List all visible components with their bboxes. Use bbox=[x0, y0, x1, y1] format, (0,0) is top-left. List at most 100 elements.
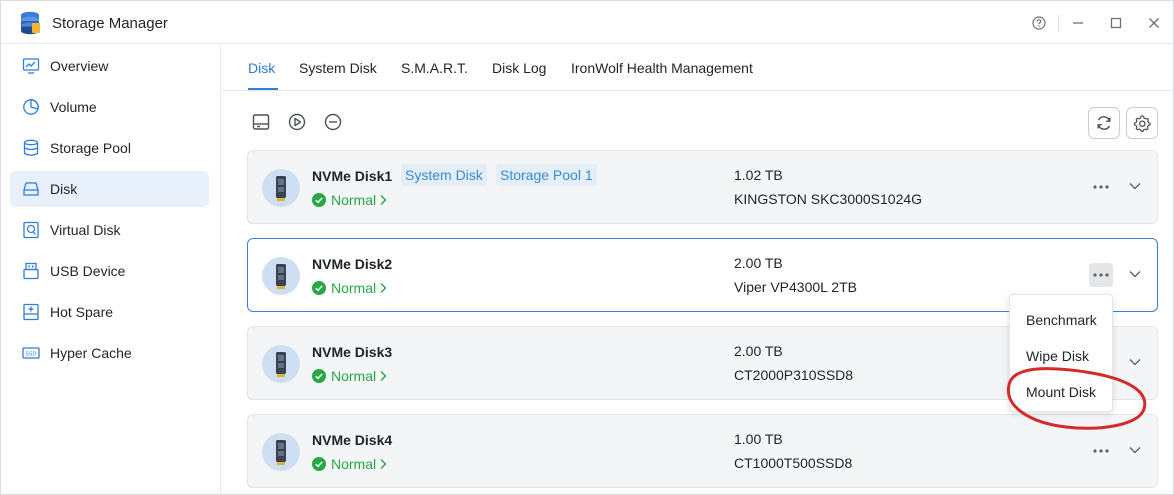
tab-ironwolf-health-management[interactable]: IronWolf Health Management bbox=[571, 60, 753, 76]
volume-icon bbox=[23, 99, 39, 115]
sidebar-item-label: Storage Pool bbox=[50, 140, 131, 156]
sidebar-item-label: Hot Spare bbox=[50, 304, 114, 320]
tab-bar: Disk System Disk S.M.A.R.T. Disk Log Iro… bbox=[222, 45, 1173, 91]
stop-button[interactable] bbox=[321, 110, 345, 134]
app-title: Storage Manager bbox=[52, 15, 168, 32]
chevron-right-icon bbox=[380, 459, 387, 469]
check-circle-icon bbox=[312, 193, 326, 207]
usb-icon bbox=[23, 262, 39, 280]
sidebar-item-hot-spare[interactable]: Hot Spare bbox=[10, 294, 209, 330]
sidebar: Overview Volume Storage Pool Disk Virtua… bbox=[1, 45, 221, 495]
refresh-button[interactable] bbox=[1088, 107, 1120, 139]
disk-card-nvme-disk4[interactable]: NVMe Disk4 Normal 1.00 TB CT1000T500SSD8 bbox=[247, 414, 1158, 488]
expand-button[interactable] bbox=[1126, 177, 1144, 195]
check-circle-icon bbox=[312, 369, 326, 383]
disk-card-nvme-disk1[interactable]: NVMe Disk1 System Disk Storage Pool 1 No… bbox=[247, 150, 1158, 224]
tab-disk[interactable]: Disk bbox=[248, 60, 275, 76]
sidebar-item-label: Volume bbox=[50, 99, 97, 115]
tab-smart[interactable]: S.M.A.R.T. bbox=[401, 60, 468, 76]
tab-disk-log[interactable]: Disk Log bbox=[492, 60, 546, 76]
chevron-down-icon bbox=[1129, 447, 1141, 454]
status-label: Normal bbox=[331, 192, 377, 208]
status-normal[interactable]: Normal bbox=[312, 368, 387, 384]
storage-manager-window: Storage Manager Overview Volume Storage … bbox=[0, 0, 1174, 495]
drive-icon bbox=[252, 114, 270, 130]
disk-capacity: 2.00 TB bbox=[734, 255, 783, 271]
active-tab-indicator bbox=[248, 88, 278, 90]
menu-item-benchmark[interactable]: Benchmark bbox=[1026, 312, 1097, 328]
settings-button[interactable] bbox=[1126, 107, 1158, 139]
sidebar-item-overview[interactable]: Overview bbox=[10, 48, 209, 84]
sidebar-item-volume[interactable]: Volume bbox=[10, 89, 209, 125]
hot-spare-icon bbox=[23, 303, 39, 321]
sidebar-item-hyper-cache[interactable]: SSD Hyper Cache bbox=[10, 335, 209, 371]
sidebar-item-label: Overview bbox=[50, 58, 109, 74]
more-options-button[interactable] bbox=[1089, 175, 1113, 199]
chevron-down-icon bbox=[1129, 271, 1141, 278]
close-icon bbox=[1149, 17, 1159, 28]
play-circle-icon bbox=[288, 113, 306, 131]
disk-icon bbox=[23, 182, 39, 196]
expand-button[interactable] bbox=[1126, 353, 1144, 371]
more-options-button[interactable] bbox=[1089, 263, 1113, 287]
close-button[interactable] bbox=[1135, 1, 1173, 44]
more-horizontal-icon bbox=[1093, 449, 1109, 453]
sidebar-item-usb-device[interactable]: USB Device bbox=[10, 253, 209, 289]
disk-model: CT2000P310SSD8 bbox=[734, 367, 854, 383]
nvme-disk-icon bbox=[262, 433, 300, 471]
more-horizontal-icon bbox=[1093, 185, 1109, 189]
check-circle-icon bbox=[312, 457, 326, 471]
status-label: Normal bbox=[331, 456, 377, 472]
title-bar: Storage Manager bbox=[1, 1, 1173, 44]
settings-icon bbox=[1133, 115, 1151, 132]
more-horizontal-icon bbox=[1093, 273, 1109, 277]
chevron-right-icon bbox=[380, 195, 387, 205]
sidebar-item-storage-pool[interactable]: Storage Pool bbox=[10, 130, 209, 166]
menu-item-wipe-disk[interactable]: Wipe Disk bbox=[1026, 348, 1089, 364]
help-icon bbox=[1032, 15, 1046, 30]
disk-capacity: 1.02 TB bbox=[734, 167, 783, 183]
status-normal[interactable]: Normal bbox=[312, 280, 387, 296]
svg-text:SSD: SSD bbox=[25, 351, 36, 357]
nvme-disk-icon bbox=[262, 169, 300, 207]
overview-icon bbox=[22, 58, 40, 74]
nvme-disk-icon bbox=[262, 257, 300, 295]
chevron-right-icon bbox=[380, 283, 387, 293]
disk-name: NVMe Disk3 bbox=[312, 344, 393, 360]
refresh-icon bbox=[1097, 116, 1111, 130]
disk-model: CT1000T500SSD8 bbox=[734, 455, 853, 471]
sidebar-item-disk[interactable]: Disk bbox=[10, 171, 209, 207]
more-options-button[interactable] bbox=[1089, 439, 1113, 463]
nvme-disk-icon bbox=[262, 345, 300, 383]
drive-info-button[interactable] bbox=[249, 110, 273, 134]
disk-context-menu: Benchmark Wipe Disk Mount Disk bbox=[1009, 294, 1113, 412]
virtual-disk-icon bbox=[23, 221, 39, 239]
disk-name: NVMe Disk1 bbox=[312, 168, 393, 184]
status-normal[interactable]: Normal bbox=[312, 192, 387, 208]
disk-name: NVMe Disk4 bbox=[312, 432, 393, 448]
sidebar-item-label: USB Device bbox=[50, 263, 126, 279]
minimize-button[interactable] bbox=[1059, 1, 1097, 44]
expand-button[interactable] bbox=[1126, 265, 1144, 283]
sidebar-item-label: Hyper Cache bbox=[50, 345, 132, 361]
storage-pool-icon bbox=[23, 139, 39, 156]
chevron-down-icon bbox=[1129, 359, 1141, 366]
chevron-right-icon bbox=[380, 371, 387, 381]
status-normal[interactable]: Normal bbox=[312, 456, 387, 472]
disk-capacity: 1.00 TB bbox=[734, 431, 783, 447]
tab-system-disk[interactable]: System Disk bbox=[299, 60, 377, 76]
status-label: Normal bbox=[331, 368, 377, 384]
expand-button[interactable] bbox=[1126, 441, 1144, 459]
help-button[interactable] bbox=[1020, 1, 1058, 44]
maximize-button[interactable] bbox=[1097, 1, 1135, 44]
sidebar-item-label: Virtual Disk bbox=[50, 222, 121, 238]
menu-item-mount-disk[interactable]: Mount Disk bbox=[1026, 384, 1096, 400]
status-label: Normal bbox=[331, 280, 377, 296]
minimize-icon bbox=[1073, 21, 1083, 24]
minus-circle-icon bbox=[324, 113, 342, 131]
app-logo-icon bbox=[21, 11, 40, 35]
disk-model: KINGSTON SKC3000S1024G bbox=[734, 191, 923, 207]
sidebar-item-virtual-disk[interactable]: Virtual Disk bbox=[10, 212, 209, 248]
sidebar-item-label: Disk bbox=[50, 181, 78, 197]
start-button[interactable] bbox=[285, 110, 309, 134]
